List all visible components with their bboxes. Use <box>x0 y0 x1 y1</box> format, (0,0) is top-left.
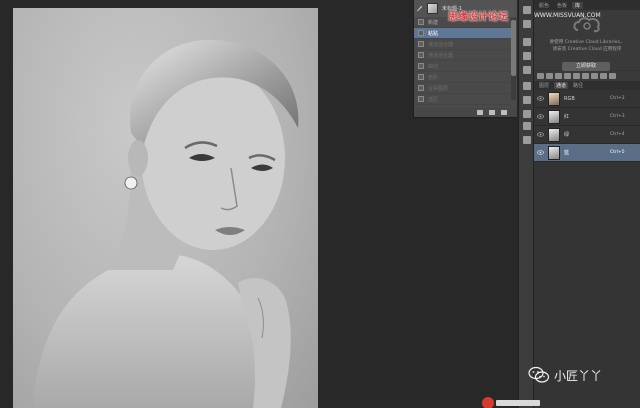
tab-channels[interactable]: 通道 <box>554 82 569 89</box>
history-step-icon <box>418 30 424 36</box>
channels-list: RGB Ctrl+2 红 Ctrl+3 绿 Ctrl+4 蓝 Ctrl+5 <box>534 90 640 162</box>
history-item-label: 曲线 <box>428 63 439 70</box>
channel-shortcut: Ctrl+4 <box>610 132 625 137</box>
adjust-icon[interactable] <box>523 66 531 74</box>
document-canvas-photo[interactable] <box>13 8 318 408</box>
history-item[interactable]: 通道混合器 <box>414 50 511 61</box>
layers-tab-bar: 图层 通道 路径 <box>534 81 640 90</box>
channel-name: 绿 <box>564 132 570 138</box>
wechat-watermark: 小匠丫丫 <box>528 366 602 384</box>
panel-icon-strip <box>518 0 534 408</box>
history-item-label: 通道混合器 <box>428 41 454 48</box>
cc-message-line2: 请安装 Creative Cloud 应用程序 <box>552 47 622 52</box>
link-icon[interactable] <box>564 73 571 79</box>
eye-icon[interactable] <box>537 132 544 137</box>
app-tray-icon[interactable] <box>482 397 494 408</box>
tab-swatches[interactable]: 色板 <box>554 2 570 9</box>
history-icon[interactable] <box>523 6 531 14</box>
history-footer <box>414 108 517 117</box>
channel-row-green[interactable]: 绿 Ctrl+4 <box>534 126 640 144</box>
history-item-label: 选区 <box>428 96 439 103</box>
swatches-icon[interactable] <box>523 52 531 60</box>
history-step-icon <box>418 85 424 91</box>
clone-icon[interactable] <box>523 96 531 104</box>
libraries-panel: 要使用 Creative Cloud Libraries， 请安装 Creati… <box>534 10 640 71</box>
get-now-button[interactable]: 立即获取 <box>562 62 610 71</box>
site-watermark: 思缘设计论坛 <box>448 12 508 23</box>
paragraph-icon[interactable] <box>523 110 531 118</box>
tab-color[interactable]: 颜色 <box>536 2 552 9</box>
channel-name: 红 <box>564 114 570 120</box>
channel-row-red[interactable]: 红 Ctrl+3 <box>534 108 640 126</box>
history-step-icon <box>418 52 424 58</box>
history-scrollbar[interactable] <box>511 18 516 100</box>
channel-row-rgb[interactable]: RGB Ctrl+2 <box>534 90 640 108</box>
fx-icon[interactable] <box>609 73 616 79</box>
site-url-watermark: WWW.MISSVUAN.COM <box>534 12 601 19</box>
history-scroll-thumb[interactable] <box>511 20 516 76</box>
history-step-icon <box>418 63 424 69</box>
tray-bar <box>496 400 540 406</box>
snapshot-thumbnail <box>427 3 438 14</box>
channel-name: 蓝 <box>564 150 570 156</box>
history-item[interactable]: 选区 <box>414 94 511 105</box>
tab-paths[interactable]: 路径 <box>571 82 585 89</box>
history-item[interactable]: 合并图层 <box>414 83 511 94</box>
info-icon[interactable] <box>523 38 531 46</box>
history-item-label: 合并图层 <box>428 85 449 92</box>
play-icon[interactable] <box>523 20 531 28</box>
tab-layers[interactable]: 图层 <box>537 82 551 89</box>
new-document-icon[interactable] <box>477 110 483 115</box>
image-icon[interactable] <box>591 73 598 79</box>
brush-icon <box>416 5 423 12</box>
channel-thumbnail <box>548 145 560 160</box>
history-item[interactable]: 色阶 <box>414 72 511 83</box>
filter-icon[interactable] <box>555 73 562 79</box>
channel-shortcut: Ctrl+5 <box>610 150 625 155</box>
type-icon[interactable] <box>523 122 531 130</box>
channel-shortcut: Ctrl+3 <box>610 114 625 119</box>
cc-message-line1: 要使用 Creative Cloud Libraries， <box>549 40 625 45</box>
eye-icon[interactable] <box>537 114 544 119</box>
history-item-active[interactable]: 粘贴 <box>414 28 511 39</box>
history-step-icon <box>418 96 424 102</box>
eye-icon[interactable] <box>537 150 544 155</box>
history-item[interactable]: 曲线 <box>414 61 511 72</box>
wechat-icon <box>528 366 550 383</box>
history-step-icon <box>418 19 424 25</box>
channel-thumbnail <box>548 109 560 124</box>
text-icon[interactable] <box>600 73 607 79</box>
grid-view-icon[interactable] <box>537 73 544 79</box>
move-icon[interactable] <box>582 73 589 79</box>
taskbar-tray <box>482 397 542 408</box>
portrait-image <box>33 39 299 408</box>
history-item-label: 色阶 <box>428 74 439 81</box>
history-item-label: 新建 <box>428 19 439 26</box>
lock-icon[interactable] <box>573 73 580 79</box>
channel-shortcut: Ctrl+2 <box>610 96 625 101</box>
channel-name: RGB <box>564 95 575 102</box>
snapshot-icon[interactable] <box>489 110 495 115</box>
history-item-label: 粘贴 <box>428 30 439 37</box>
history-step-icon <box>418 74 424 80</box>
history-item[interactable]: 通道混合器 <box>414 39 511 50</box>
wechat-account-name: 小匠丫丫 <box>554 368 603 383</box>
channel-thumbnail <box>548 91 560 106</box>
eye-icon[interactable] <box>537 96 544 101</box>
panel-toolbar <box>534 71 640 81</box>
3d-icon[interactable] <box>523 136 531 144</box>
channel-row-blue[interactable]: 蓝 Ctrl+5 <box>534 144 640 162</box>
list-view-icon[interactable] <box>546 73 553 79</box>
tab-libraries[interactable]: 库 <box>572 1 584 9</box>
channel-thumbnail <box>548 127 560 142</box>
history-item-label: 通道混合器 <box>428 52 454 59</box>
right-panel: 颜色 色板 库 要使用 Creative Cloud Libraries， 请安… <box>534 0 640 408</box>
trash-icon[interactable] <box>501 110 507 115</box>
history-list[interactable]: 新建 粘贴 通道混合器 通道混合器 曲线 色阶 合并图层 选区 <box>414 17 511 105</box>
panel-tab-bar: 颜色 色板 库 <box>534 0 640 10</box>
history-step-icon <box>418 41 424 47</box>
brush-icon[interactable] <box>523 82 531 90</box>
